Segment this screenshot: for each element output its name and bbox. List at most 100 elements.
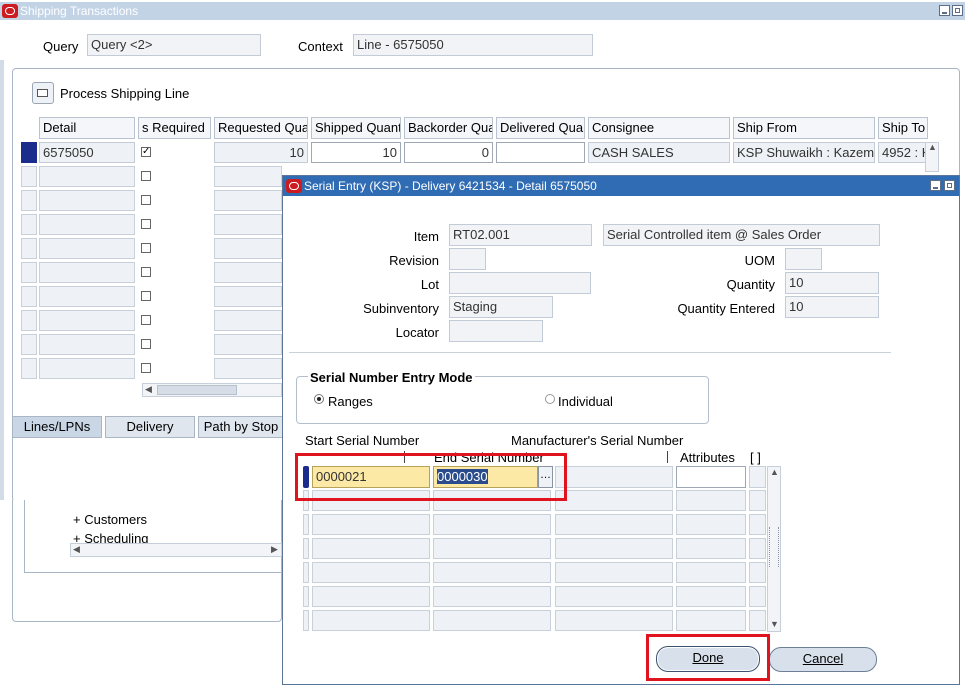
dff-cell[interactable] <box>749 490 766 511</box>
detail-cell-empty[interactable] <box>39 214 135 235</box>
subinventory-field[interactable]: Staging <box>449 296 553 318</box>
required-checkbox-empty[interactable] <box>141 363 151 373</box>
serial-row-indicator[interactable] <box>303 610 309 631</box>
attributes-cell[interactable] <box>676 538 746 559</box>
locator-field[interactable] <box>449 320 543 342</box>
dff-cell[interactable] <box>749 514 766 535</box>
dff-cell[interactable] <box>749 538 766 559</box>
serial-row-indicator[interactable] <box>303 538 309 559</box>
end-serial-cell[interactable] <box>433 610 551 631</box>
required-checkbox-empty[interactable] <box>141 339 151 349</box>
manufacturer-serial-cell[interactable] <box>555 610 673 631</box>
row-indicator[interactable] <box>21 310 37 331</box>
item-description-field[interactable]: Serial Controlled item @ Sales Order <box>603 224 880 246</box>
requested-cell-empty[interactable] <box>214 310 282 331</box>
required-checkbox[interactable]: ✓ <box>141 147 151 157</box>
end-serial-cell[interactable] <box>433 514 551 535</box>
context-field[interactable]: Line - 6575050 <box>353 34 593 56</box>
minimize-icon[interactable] <box>939 5 950 16</box>
attributes-cell[interactable] <box>676 514 746 535</box>
lot-field[interactable] <box>449 272 591 294</box>
attributes-cell[interactable] <box>676 562 746 583</box>
item-field[interactable]: RT02.001 <box>449 224 592 246</box>
detail-cell-empty[interactable] <box>39 190 135 211</box>
row-indicator[interactable] <box>21 190 37 211</box>
individual-label[interactable]: Individual <box>558 394 613 409</box>
delivered-qty-cell[interactable] <box>496 142 585 163</box>
manufacturer-serial-cell[interactable] <box>555 586 673 607</box>
detail-cell-empty[interactable] <box>39 358 135 379</box>
requested-cell-empty[interactable] <box>214 358 282 379</box>
manufacturer-serial-cell[interactable] <box>555 562 673 583</box>
end-serial-cell[interactable] <box>433 538 551 559</box>
serial-row-indicator[interactable] <box>303 514 309 535</box>
navigator-h-scrollbar[interactable]: ◀ ▶ <box>70 543 282 557</box>
requested-cell-empty[interactable] <box>214 286 282 307</box>
row-indicator-current[interactable] <box>21 142 37 163</box>
end-serial-cell[interactable] <box>433 586 551 607</box>
start-serial-cell[interactable] <box>312 586 430 607</box>
detail-cell-empty[interactable] <box>39 334 135 355</box>
quantity-entered-field[interactable]: 10 <box>785 296 879 318</box>
scroll-down-icon[interactable]: ▼ <box>770 619 779 629</box>
query-field[interactable]: Query <2> <box>87 34 261 56</box>
start-serial-cell[interactable] <box>312 514 430 535</box>
requested-cell-empty[interactable] <box>214 214 282 235</box>
manufacturer-serial-cell[interactable] <box>555 490 673 511</box>
lines-h-scrollbar[interactable]: ◀ <box>142 383 282 397</box>
maximize-icon[interactable] <box>944 180 955 191</box>
required-checkbox-empty[interactable] <box>141 315 151 325</box>
ship-from-cell[interactable]: KSP Shuwaikh : Kazem <box>733 142 875 163</box>
row-indicator[interactable] <box>21 238 37 259</box>
serial-grid-scrollbar[interactable]: ▲ ▼ <box>767 466 781 632</box>
manufacturer-serial-cell[interactable] <box>555 514 673 535</box>
required-checkbox-empty[interactable] <box>141 195 151 205</box>
row-indicator[interactable] <box>21 358 37 379</box>
required-checkbox-empty[interactable] <box>141 171 151 181</box>
process-line-icon[interactable] <box>32 82 54 104</box>
serial-row-indicator[interactable] <box>303 562 309 583</box>
individual-radio[interactable] <box>545 394 555 404</box>
start-serial-cell[interactable] <box>312 562 430 583</box>
uom-field[interactable] <box>785 248 822 270</box>
minimize-icon[interactable] <box>930 180 941 191</box>
main-titlebar[interactable]: Shipping Transactions <box>0 2 965 20</box>
dff-cell[interactable] <box>749 610 766 631</box>
row-indicator[interactable] <box>21 166 37 187</box>
maximize-icon[interactable] <box>952 5 963 16</box>
row-indicator[interactable] <box>21 262 37 283</box>
attributes-cell[interactable] <box>676 490 746 511</box>
ranges-label[interactable]: Ranges <box>328 394 373 409</box>
scroll-thumb[interactable] <box>769 527 779 567</box>
detail-cell-empty[interactable] <box>39 286 135 307</box>
requested-cell-empty[interactable] <box>214 334 282 355</box>
tab-lines-lpns[interactable]: Lines/LPNs <box>12 416 102 438</box>
attributes-cell[interactable] <box>676 586 746 607</box>
tab-path-by-stop[interactable]: Path by Stop <box>198 416 284 438</box>
required-checkbox-empty[interactable] <box>141 267 151 277</box>
cancel-button[interactable]: Cancel <box>769 647 877 672</box>
ship-to-cell[interactable]: 4952 : K <box>878 142 928 163</box>
quantity-field[interactable]: 10 <box>785 272 879 294</box>
manufacturer-serial-cell[interactable] <box>555 466 673 488</box>
dff-cell[interactable] <box>749 586 766 607</box>
lines-scrollbar[interactable]: ▲ <box>925 142 939 172</box>
scroll-left-icon[interactable]: ◀ <box>145 384 152 395</box>
ranges-radio[interactable] <box>314 394 324 404</box>
requested-cell-empty[interactable] <box>214 190 282 211</box>
requested-cell-empty[interactable] <box>214 262 282 283</box>
start-serial-cell[interactable] <box>312 610 430 631</box>
required-checkbox-empty[interactable] <box>141 243 151 253</box>
detail-cell-empty[interactable] <box>39 310 135 331</box>
shipped-qty-cell[interactable]: 10 <box>311 142 401 163</box>
attributes-cell[interactable] <box>676 466 746 488</box>
requested-cell-empty[interactable] <box>214 166 282 187</box>
scroll-right-icon[interactable]: ▶ <box>271 544 278 555</box>
detail-cell[interactable]: 6575050 <box>39 142 135 163</box>
requested-cell-empty[interactable] <box>214 238 282 259</box>
start-serial-cell[interactable] <box>312 538 430 559</box>
scroll-left-icon[interactable]: ◀ <box>73 544 80 555</box>
consignee-cell[interactable]: CASH SALES <box>588 142 730 163</box>
tab-delivery[interactable]: Delivery <box>105 416 195 438</box>
requested-qty-cell[interactable]: 10 <box>214 142 308 163</box>
